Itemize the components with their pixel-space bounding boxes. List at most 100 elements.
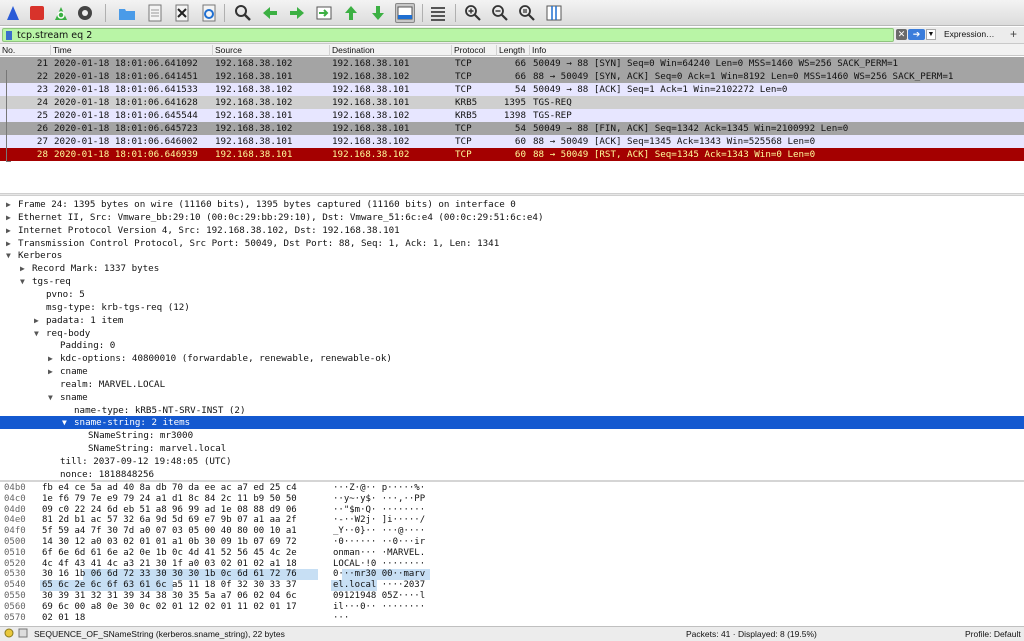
colorize-icon[interactable] bbox=[428, 3, 448, 23]
hex-ascii: ·-··W2j· ]i·····/ bbox=[333, 515, 426, 526]
expert-info-icon[interactable] bbox=[4, 628, 14, 640]
packet-row[interactable]: 23 2020-01-18 18:01:06.641533 192.168.38.1… bbox=[0, 83, 1024, 96]
clear-filter-icon[interactable]: ✕ bbox=[896, 29, 907, 40]
autoscroll-icon[interactable] bbox=[395, 3, 415, 23]
detail-tree-item[interactable]: ▼ sname-string: 2 items bbox=[0, 416, 1024, 430]
expanded-arrow-icon[interactable]: ▼ bbox=[20, 275, 30, 288]
detail-tree-item[interactable]: ▶ padata: 1 item bbox=[0, 314, 1024, 327]
hex-dump-row[interactable]: 0530 30 16 1b 06 6d 72 33 30 30 30 1b 0c … bbox=[0, 569, 1024, 580]
expression-button[interactable]: Expression… bbox=[944, 29, 995, 39]
hex-dump-row[interactable]: 04f0 5f 59 a4 7f 30 7d a0 07 03 05 00 40 … bbox=[0, 526, 1024, 537]
detail-tree-item[interactable]: realm: MARVEL.LOCAL bbox=[0, 378, 1024, 391]
hex-ascii: 0···mr30 00··marv bbox=[333, 569, 426, 580]
zoom-out-icon[interactable] bbox=[490, 3, 510, 23]
column-header-source[interactable]: Source bbox=[212, 45, 242, 56]
detail-tree-item[interactable]: ▶ cname bbox=[0, 365, 1024, 378]
detail-tree-item[interactable]: ▶ Internet Protocol Version 4, Src: 192.1… bbox=[0, 224, 1024, 237]
profile-text[interactable]: Profile: Default bbox=[965, 629, 1021, 639]
packet-row[interactable]: 22 2020-01-18 18:01:06.641451 192.168.38.1… bbox=[0, 70, 1024, 83]
packet-row[interactable]: 21 2020-01-18 18:01:06.641092 192.168.38.1… bbox=[0, 57, 1024, 70]
packet-cell-no: 22 bbox=[36, 71, 48, 82]
filter-text[interactable]: tcp.stream eq 2 bbox=[17, 30, 92, 41]
packet-row[interactable]: 26 2020-01-18 18:01:06.645723 192.168.38.1… bbox=[0, 122, 1024, 135]
collapsed-arrow-icon[interactable]: ▶ bbox=[34, 314, 44, 327]
packet-cell-proto: TCP bbox=[455, 71, 472, 82]
detail-tree-item[interactable]: nonce: 1818848256 bbox=[0, 468, 1024, 481]
display-filter-input[interactable]: tcp.stream eq 2 bbox=[2, 28, 894, 42]
hex-dump-row[interactable]: 04b0 fb e4 ce 5a ad 40 8a db 70 da ee ac … bbox=[0, 483, 1024, 494]
hex-dump-row[interactable]: 04c0 1e f6 79 7e e9 79 24 a1 d1 8c 84 2c … bbox=[0, 494, 1024, 505]
detail-tree-item[interactable]: pvno: 5 bbox=[0, 288, 1024, 301]
column-header-length[interactable]: Length bbox=[496, 45, 525, 56]
restart-fin-icon[interactable] bbox=[51, 3, 71, 23]
packet-row[interactable]: 24 2020-01-18 18:01:06.641628 192.168.38.1… bbox=[0, 96, 1024, 109]
hex-dump-row[interactable]: 0540 65 6c 2e 6c 6f 63 61 6c a5 11 18 0f … bbox=[0, 580, 1024, 591]
hex-dump-row[interactable]: 04e0 81 2d b1 ac 57 32 6a 9d 5d 69 e7 9b … bbox=[0, 515, 1024, 526]
hex-dump-row[interactable]: 0570 02 01 18 ··· bbox=[0, 613, 1024, 624]
bookmark-icon[interactable] bbox=[6, 31, 12, 40]
jump-icon[interactable] bbox=[314, 3, 334, 23]
packet-row[interactable]: 27 2020-01-18 18:01:06.646002 192.168.38.1… bbox=[0, 135, 1024, 148]
packet-row[interactable]: 25 2020-01-18 18:01:06.645544 192.168.38.1… bbox=[0, 109, 1024, 122]
hex-dump-row[interactable]: 04d0 09 c0 22 24 6d eb 51 a8 96 99 ad 1e … bbox=[0, 505, 1024, 516]
collapsed-arrow-icon[interactable]: ▶ bbox=[6, 198, 16, 211]
collapsed-arrow-icon[interactable]: ▶ bbox=[6, 237, 16, 250]
detail-tree-item[interactable]: name-type: kRB5-NT-SRV-INST (2) bbox=[0, 404, 1024, 417]
add-filter-button[interactable]: + bbox=[1010, 27, 1017, 41]
collapsed-arrow-icon[interactable]: ▶ bbox=[48, 365, 58, 378]
detail-tree-item[interactable]: ▶ kdc-options: 40800010 (forwardable, ren… bbox=[0, 352, 1024, 365]
search-icon[interactable] bbox=[233, 3, 253, 23]
detail-tree-item[interactable]: ▶ Ethernet II, Src: Vmware_bb:29:10 (00:0… bbox=[0, 211, 1024, 224]
detail-tree-item[interactable]: till: 2037-09-12 19:48:05 (UTC) bbox=[0, 455, 1024, 468]
zoom-reset-icon[interactable] bbox=[517, 3, 537, 23]
resize-columns-icon[interactable] bbox=[544, 3, 564, 23]
column-header-destination[interactable]: Destination bbox=[329, 45, 375, 56]
arrow-left-icon[interactable] bbox=[260, 3, 280, 23]
apply-filter-arrow-icon[interactable]: ➔ bbox=[908, 29, 925, 40]
collapsed-arrow-icon[interactable]: ▶ bbox=[6, 224, 16, 237]
column-header-no[interactable]: No. bbox=[0, 45, 15, 56]
packet-row[interactable]: 28 2020-01-18 18:01:06.646939 192.168.38.1… bbox=[0, 148, 1024, 161]
detail-tree-item[interactable]: ▶ Record Mark: 1337 bytes bbox=[0, 262, 1024, 275]
hex-dump-row[interactable]: 0560 69 6c 00 a8 0e 30 0c 02 01 12 02 01 … bbox=[0, 602, 1024, 613]
hex-dump-row[interactable]: 0500 14 30 12 a0 03 02 01 01 a1 0b 30 09 … bbox=[0, 537, 1024, 548]
detail-tree-item[interactable]: ▼ Kerberos bbox=[0, 249, 1024, 262]
zoom-in-icon[interactable] bbox=[463, 3, 483, 23]
packet-cell-dst: 192.168.38.102 bbox=[332, 149, 410, 160]
column-header-time[interactable]: Time bbox=[50, 45, 72, 56]
detail-tree-item[interactable]: ▼ req-body bbox=[0, 327, 1024, 340]
hex-dump-row[interactable]: 0510 6f 6e 6d 61 6e a2 0e 1b 0c 4d 41 52 … bbox=[0, 548, 1024, 559]
hex-dump-row[interactable]: 0550 30 39 31 32 31 39 34 38 30 35 5a a7 … bbox=[0, 591, 1024, 602]
detail-tree-item[interactable]: SNameString: marvel.local bbox=[0, 442, 1024, 455]
collapsed-arrow-icon[interactable]: ▶ bbox=[6, 211, 16, 224]
arrow-down-icon[interactable] bbox=[368, 3, 388, 23]
column-header-protocol[interactable]: Protocol bbox=[451, 45, 485, 56]
folder-icon[interactable] bbox=[117, 3, 137, 23]
filter-history-dropdown-icon[interactable]: ▼ bbox=[926, 29, 936, 40]
hex-dump-row[interactable]: 0520 4c 4f 43 41 4c a3 21 30 1f a0 03 02 … bbox=[0, 559, 1024, 570]
expanded-arrow-icon[interactable]: ▼ bbox=[48, 391, 58, 404]
arrow-right-icon[interactable] bbox=[287, 3, 307, 23]
file-icon[interactable] bbox=[145, 3, 165, 23]
detail-tree-item[interactable]: SNameString: mr3000 bbox=[0, 429, 1024, 442]
detail-tree-item[interactable]: Padding: 0 bbox=[0, 339, 1024, 352]
stop-square-icon[interactable] bbox=[27, 3, 47, 23]
detail-tree-item[interactable]: ▼ tgs-req bbox=[0, 275, 1024, 288]
expanded-arrow-icon[interactable]: ▼ bbox=[6, 249, 16, 262]
close-file-icon[interactable] bbox=[172, 3, 192, 23]
detail-tree-item[interactable]: ▶ Transmission Control Protocol, Src Port… bbox=[0, 237, 1024, 250]
collapsed-arrow-icon[interactable]: ▶ bbox=[48, 352, 58, 365]
detail-tree-item[interactable]: ▼ sname bbox=[0, 391, 1024, 404]
gear-icon[interactable] bbox=[75, 3, 95, 23]
detail-tree-item[interactable]: msg-type: krb-tgs-req (12) bbox=[0, 301, 1024, 314]
edit-comment-icon[interactable] bbox=[18, 628, 28, 640]
detail-tree-label: padata: 1 item bbox=[46, 314, 124, 326]
shark-fin-start-icon[interactable] bbox=[3, 3, 23, 23]
reload-icon[interactable] bbox=[199, 3, 219, 23]
arrow-up-icon[interactable] bbox=[341, 3, 361, 23]
expanded-arrow-icon[interactable]: ▼ bbox=[34, 327, 44, 340]
collapsed-arrow-icon[interactable]: ▶ bbox=[20, 262, 30, 275]
column-header-info[interactable]: Info bbox=[529, 45, 546, 56]
expanded-arrow-icon[interactable]: ▼ bbox=[62, 416, 72, 429]
detail-tree-item[interactable]: ▶ Frame 24: 1395 bytes on wire (11160 bit… bbox=[0, 198, 1024, 211]
